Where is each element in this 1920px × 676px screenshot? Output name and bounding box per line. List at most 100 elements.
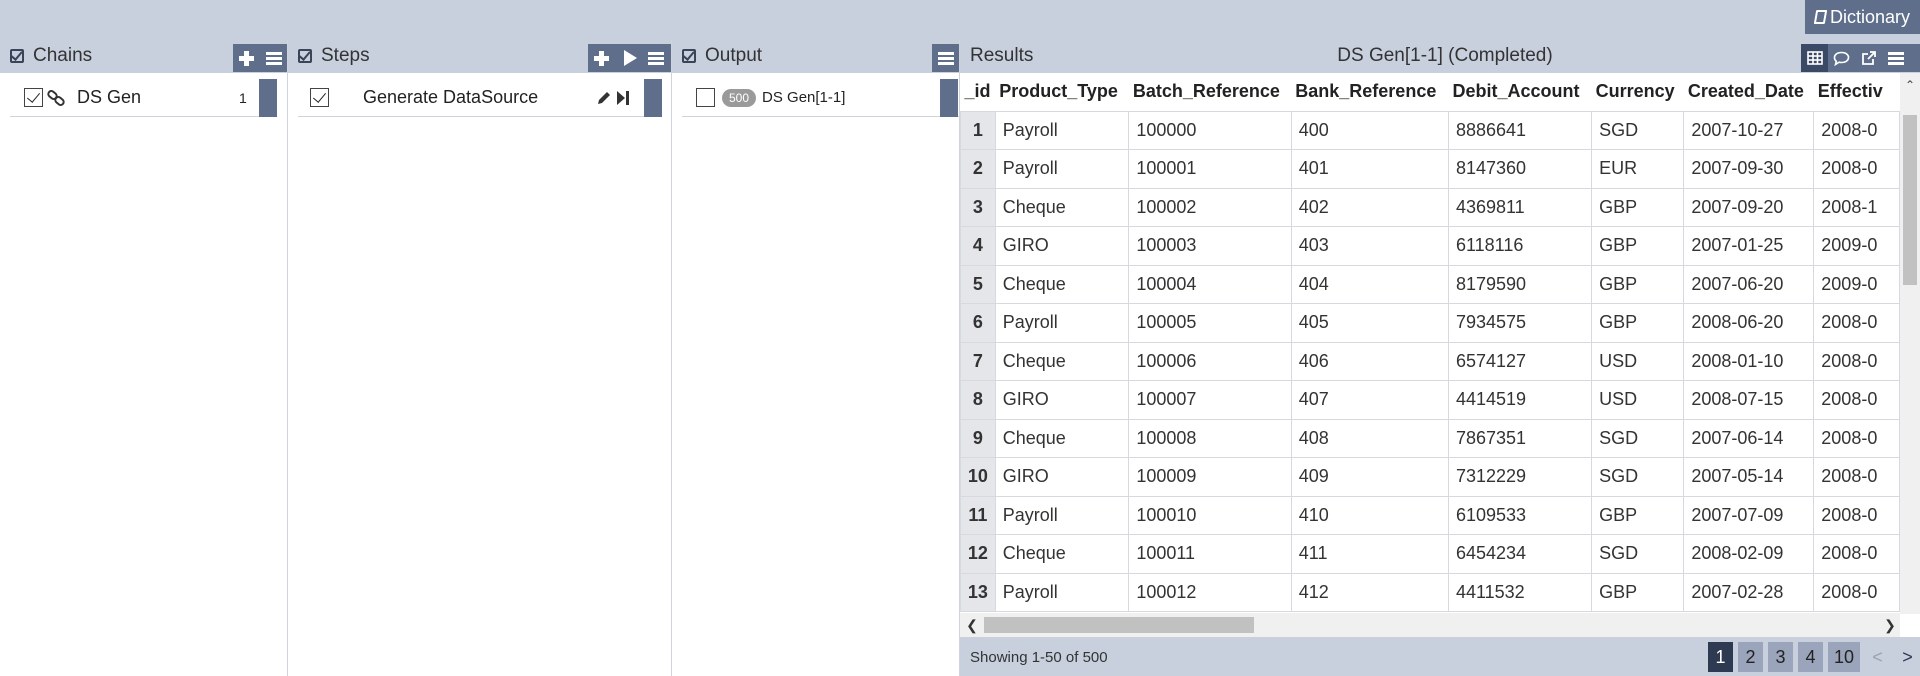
chains-menu-button[interactable] <box>260 44 287 72</box>
cell-bank-reference: 401 <box>1290 149 1449 189</box>
check-square-icon[interactable] <box>682 49 696 63</box>
cell-product-type: Payroll <box>994 110 1130 150</box>
steps-menu-button[interactable] <box>642 44 669 72</box>
check-square-icon[interactable] <box>10 49 24 63</box>
comment-button[interactable] <box>1828 44 1855 72</box>
cell-effective-date: 2008-0 <box>1813 495 1900 535</box>
steps-title: Steps <box>321 45 370 66</box>
column-header[interactable]: Debit_Account <box>1448 73 1592 111</box>
cell-effective-date: 2008-1 <box>1813 187 1900 227</box>
chains-toolbar <box>233 44 287 72</box>
output-menu-button[interactable] <box>932 44 959 72</box>
column-header[interactable]: Product_Type <box>995 73 1129 111</box>
cell-batch-reference: 100003 <box>1128 226 1292 266</box>
page-button[interactable]: 1 <box>1707 642 1733 672</box>
page-button[interactable]: 3 <box>1767 642 1793 672</box>
cell-id: 8 <box>960 380 996 420</box>
cell-currency: GBP <box>1591 303 1685 343</box>
cell-currency: GBP <box>1591 572 1685 612</box>
steps-toolbar <box>588 44 671 72</box>
page-button[interactable]: 4 <box>1797 642 1823 672</box>
table-row[interactable]: 8 GIRO 100007 407 4414519 USD 2008-07-15 2008-0 <box>960 380 1900 420</box>
output-checkbox[interactable] <box>696 88 715 107</box>
scroll-right-icon[interactable]: ❯ <box>1880 613 1900 637</box>
cell-created-date: 2007-10-27 <box>1683 110 1815 150</box>
results-header: Results DS Gen[1-1] (Completed) <box>960 39 1920 73</box>
next-page-button[interactable]: > <box>1895 642 1920 672</box>
table-row[interactable]: 6 Payroll 100005 405 7934575 GBP 2008-06-20 200… <box>960 303 1900 343</box>
prev-page-button[interactable]: < <box>1865 642 1890 672</box>
table-view-button[interactable] <box>1801 44 1828 72</box>
cell-currency: GBP <box>1591 187 1685 227</box>
table-row[interactable]: 10 GIRO 100009 409 7312229 SGD 2007-05-14 2008-… <box>960 457 1900 497</box>
table-row[interactable]: 2 Payroll 100001 401 8147360 EUR 2007-09-30 200… <box>960 149 1900 189</box>
scroll-left-icon[interactable]: ❮ <box>962 613 982 637</box>
column-header[interactable]: Bank_Reference <box>1291 73 1449 111</box>
cell-batch-reference: 100010 <box>1128 495 1292 535</box>
table-row[interactable]: 12 Cheque 100011 411 6454234 SGD 2008-02-09 200… <box>960 534 1900 574</box>
pagination: 1 2 3 4 10 < > <box>1707 642 1920 672</box>
add-step-button[interactable] <box>588 44 615 72</box>
chains-header: Chains <box>0 39 287 73</box>
column-header[interactable]: Batch_Reference <box>1128 73 1292 111</box>
cell-batch-reference: 100011 <box>1128 534 1292 574</box>
cell-created-date: 2007-01-25 <box>1683 226 1815 266</box>
column-header[interactable]: Currency <box>1591 73 1684 111</box>
list-item[interactable]: DS Gen 1 <box>10 79 277 117</box>
chain-side-tab[interactable] <box>259 79 277 117</box>
column-header[interactable]: Effectiv <box>1813 73 1900 111</box>
chain-checkbox[interactable] <box>24 88 43 107</box>
results-subtitle: DS Gen[1-1] (Completed) <box>1337 45 1553 66</box>
cell-debit-account: 6109533 <box>1447 495 1593 535</box>
step-checkbox[interactable] <box>310 88 329 107</box>
run-step-button[interactable] <box>615 44 642 72</box>
cell-currency: GBP <box>1591 495 1685 535</box>
column-header[interactable]: _id <box>960 73 996 111</box>
list-item[interactable]: 500 DS Gen[1-1] <box>682 79 960 117</box>
cell-id: 6 <box>960 303 996 343</box>
table-row[interactable]: 4 GIRO 100003 403 6118116 GBP 2007-01-25 2009-0 <box>960 226 1900 266</box>
output-label: DS Gen[1-1] <box>762 89 846 106</box>
horizontal-scrollbar[interactable]: ❮ ❯ <box>960 613 1900 637</box>
table-row[interactable]: 11 Payroll 100010 410 6109533 GBP 2007-07-09 20… <box>960 495 1900 535</box>
table-row[interactable]: 9 Cheque 100008 408 7867351 SGD 2007-06-14 2008… <box>960 418 1900 458</box>
output-side-tab[interactable] <box>940 79 958 117</box>
menu-icon <box>937 51 954 65</box>
cell-effective-date: 2008-0 <box>1813 457 1900 497</box>
cell-created-date: 2007-09-20 <box>1683 187 1815 227</box>
dictionary-button[interactable]: Dictionary <box>1805 0 1920 34</box>
pencil-icon[interactable] <box>596 90 612 106</box>
vertical-scrollbar[interactable]: ⌃ <box>1900 73 1920 614</box>
cell-effective-date: 2009-0 <box>1813 226 1900 266</box>
cell-currency: SGD <box>1591 534 1685 574</box>
book-icon <box>1813 10 1828 24</box>
open-external-button[interactable] <box>1855 44 1882 72</box>
cell-id: 5 <box>960 264 996 304</box>
cell-currency: USD <box>1591 341 1685 381</box>
step-forward-icon[interactable] <box>616 90 630 106</box>
step-side-tab[interactable] <box>644 79 662 117</box>
table-row[interactable]: 5 Cheque 100004 404 8179590 GBP 2007-06-20 2009… <box>960 264 1900 304</box>
cell-effective-date: 2008-0 <box>1813 341 1900 381</box>
external-link-icon <box>1861 51 1876 65</box>
vertical-scroll-thumb[interactable] <box>1903 115 1917 285</box>
page-button[interactable]: 2 <box>1737 642 1763 672</box>
scroll-up-icon[interactable]: ⌃ <box>1900 73 1920 97</box>
results-menu-button[interactable] <box>1882 44 1909 72</box>
list-item[interactable]: Generate DataSource <box>298 79 662 117</box>
table-row[interactable]: 1 Payroll 100000 400 8886641 SGD 2007-10-27 200… <box>960 110 1900 150</box>
cell-bank-reference: 408 <box>1290 418 1449 458</box>
cell-effective-date: 2008-0 <box>1813 110 1900 150</box>
cell-bank-reference: 400 <box>1290 110 1449 150</box>
check-square-icon[interactable] <box>298 49 312 63</box>
horizontal-scroll-thumb[interactable] <box>984 617 1254 633</box>
table-row[interactable]: 7 Cheque 100006 406 6574127 USD 2008-01-10 2008… <box>960 341 1900 381</box>
cell-product-type: Cheque <box>994 418 1130 458</box>
table-row[interactable]: 3 Cheque 100002 402 4369811 GBP 2007-09-20 2008… <box>960 187 1900 227</box>
table-row[interactable]: 13 Payroll 100012 412 4411532 GBP 2007-02-28 20… <box>960 572 1900 612</box>
cell-bank-reference: 412 <box>1290 572 1449 612</box>
chain-count: 1 <box>239 89 247 106</box>
column-header[interactable]: Created_Date <box>1683 73 1814 111</box>
page-button[interactable]: 10 <box>1827 642 1860 672</box>
add-chain-button[interactable] <box>233 44 260 72</box>
